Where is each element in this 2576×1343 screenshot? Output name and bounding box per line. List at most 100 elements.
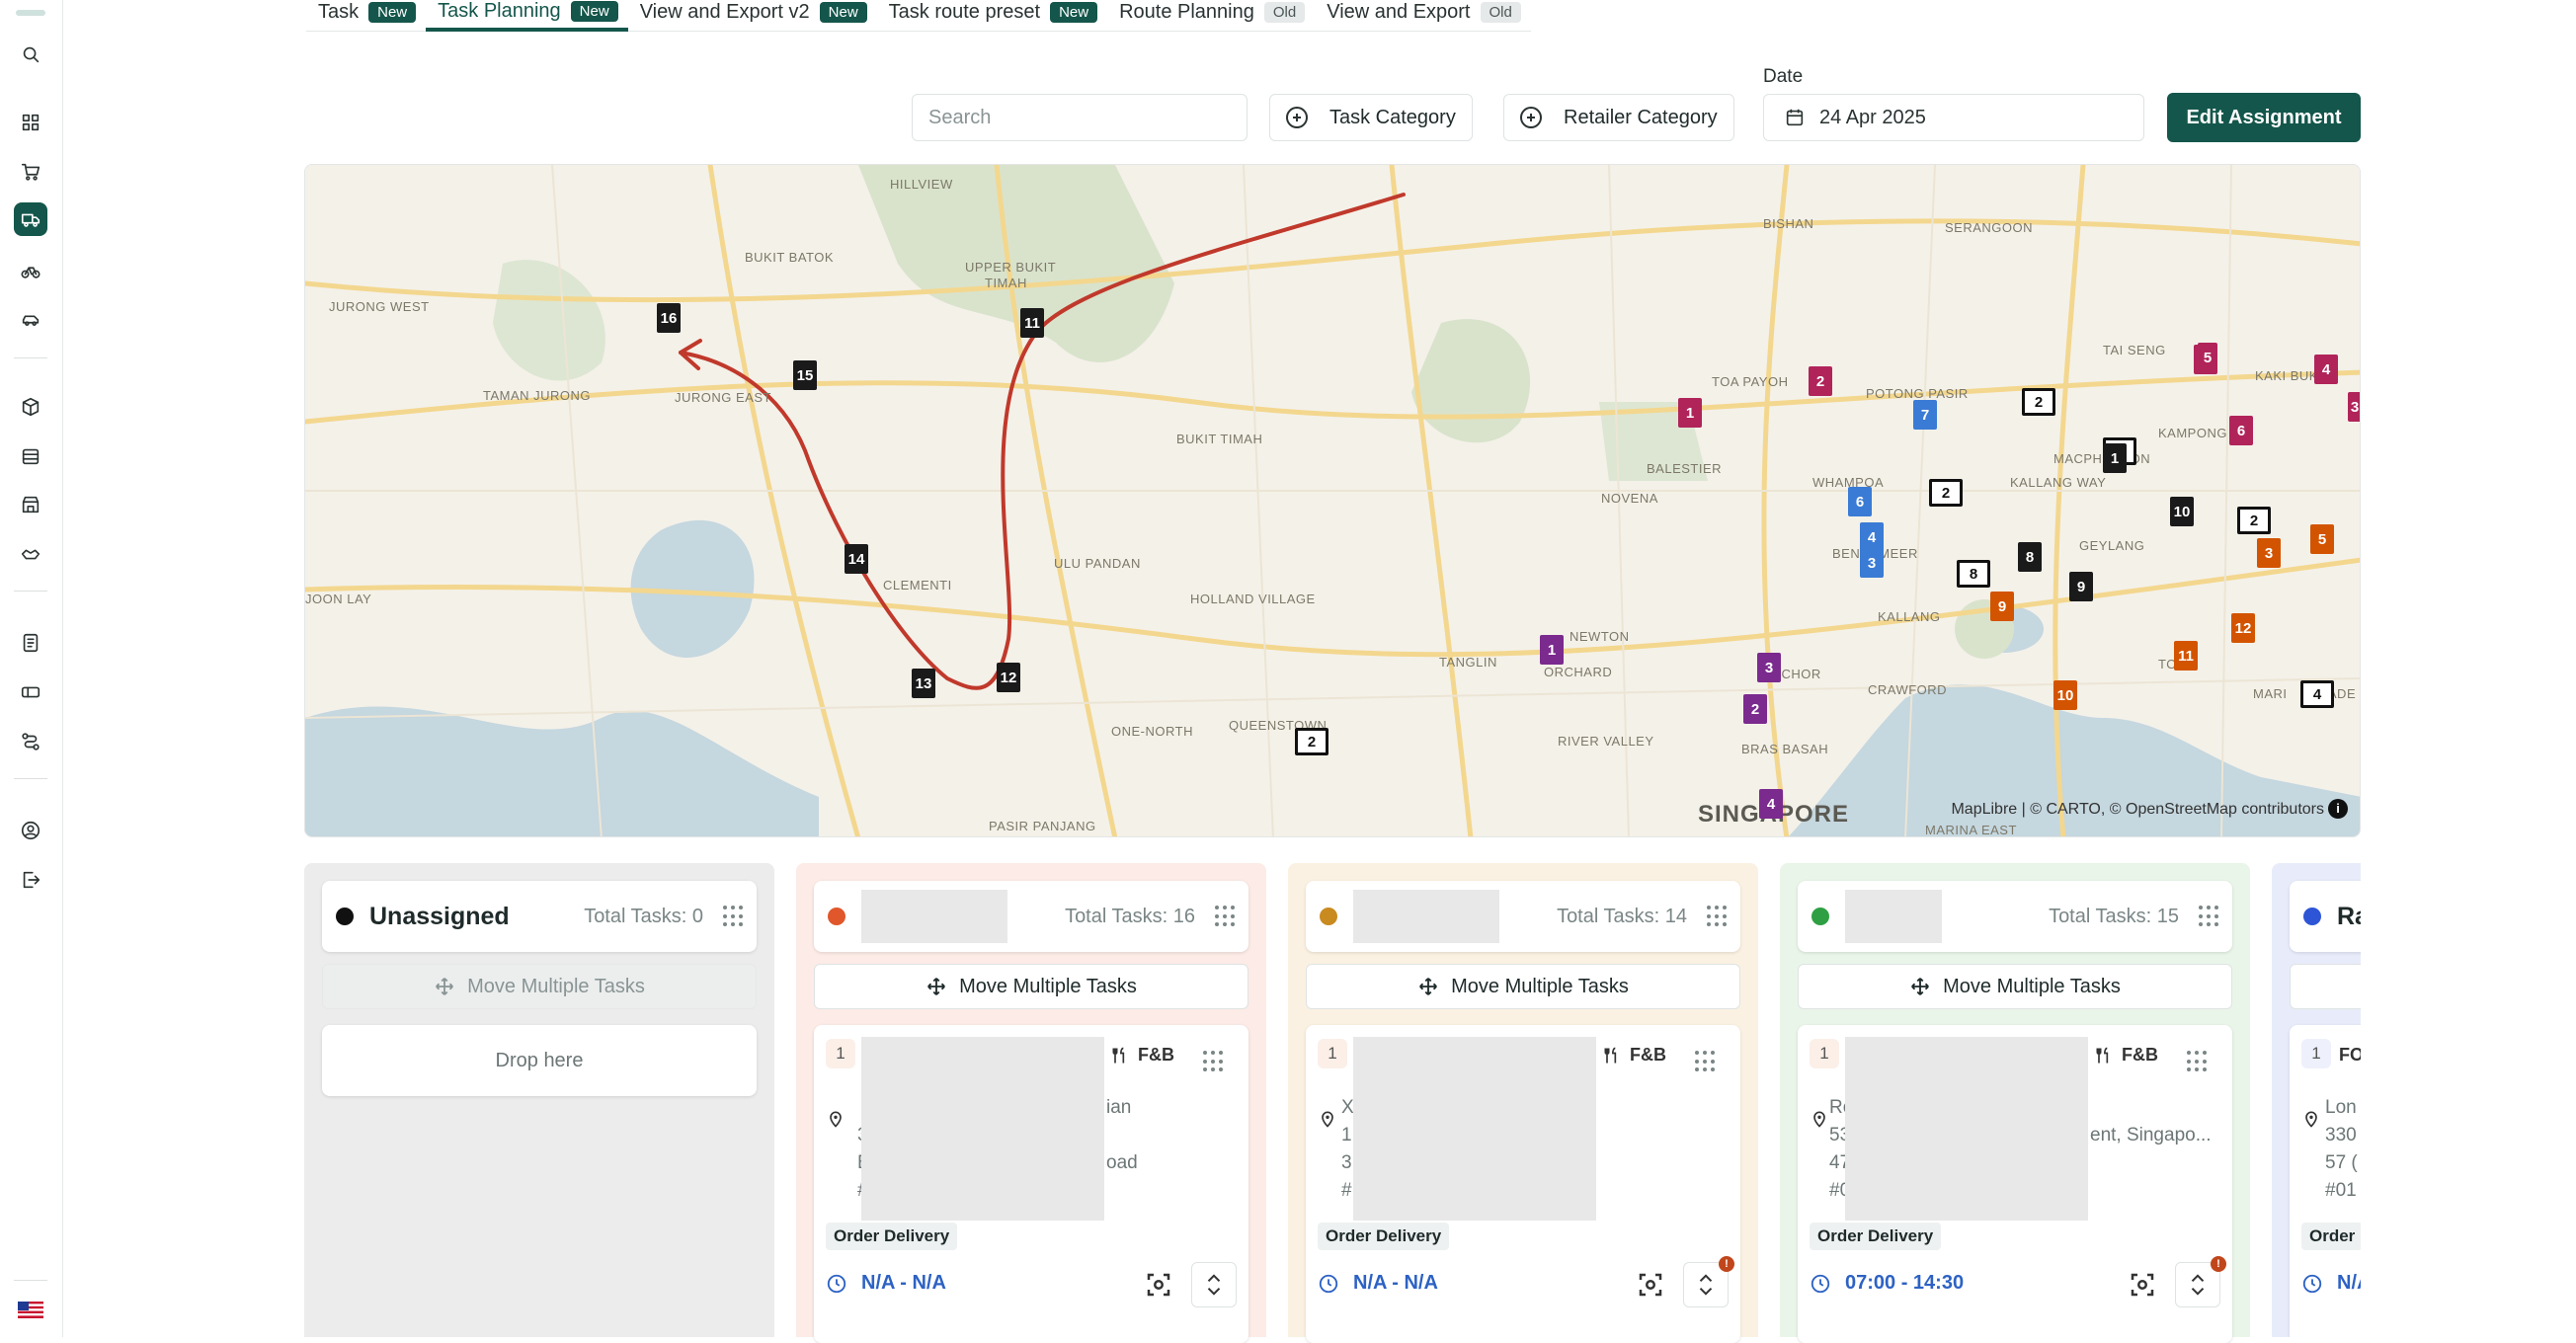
map-marker[interactable]: 8	[1957, 560, 1990, 588]
tab-task-route-preset[interactable]: Task route preset New	[877, 0, 1107, 30]
route-icon[interactable]	[14, 725, 47, 758]
map-marker[interactable]: 5	[2198, 343, 2217, 372]
map-attribution[interactable]: MapLibre | © CARTO, © OpenStreetMap cont…	[1951, 801, 2324, 819]
locate-icon[interactable]	[2128, 1270, 2157, 1300]
tab-view-and-export-v2[interactable]: View and Export v2 New	[628, 0, 877, 30]
route-marker[interactable]: 13	[912, 669, 935, 698]
route-marker[interactable]: 12	[997, 663, 1020, 692]
map-marker[interactable]: 10	[2053, 680, 2077, 710]
map-marker[interactable]: 6	[2229, 416, 2253, 445]
dashboard-icon[interactable]	[14, 106, 47, 139]
move-multiple-tasks-button[interactable]: Move Multiple Tasks	[1306, 964, 1740, 1009]
document-icon[interactable]	[14, 626, 47, 660]
map-marker[interactable]: 2	[1295, 728, 1328, 755]
map-marker[interactable]: 2	[2022, 388, 2055, 416]
map-marker[interactable]: 1	[1678, 398, 1702, 428]
move-icon	[1419, 978, 1438, 995]
map-marker[interactable]: 3	[2348, 392, 2360, 422]
move-multiple-tasks-button[interactable]: Move Multiple Tasks	[322, 964, 757, 1009]
cart-icon[interactable]	[14, 155, 47, 189]
redacted-placeholder	[1845, 1037, 2088, 1221]
map-marker[interactable]: 2	[1809, 366, 1832, 396]
order-type-badge: Order Delivery	[1810, 1223, 1942, 1250]
map-marker[interactable]: 12	[2231, 613, 2255, 643]
map-marker[interactable]: 1	[2103, 443, 2127, 473]
car-icon[interactable]	[14, 303, 47, 337]
handshake-icon[interactable]	[14, 537, 47, 571]
date-label: Date	[1763, 66, 1804, 87]
map-marker[interactable]: 4	[1759, 789, 1783, 819]
search-icon[interactable]	[14, 38, 47, 71]
map-label: JURONG WEST	[329, 299, 430, 314]
date-value: 24 Apr 2025	[1819, 106, 1926, 128]
drag-handle-icon[interactable]	[1203, 1051, 1223, 1072]
map-marker[interactable]: 10	[2170, 497, 2194, 526]
move-multiple-tasks-button[interactable]	[2290, 964, 2361, 1009]
date-picker[interactable]: 24 Apr 2025	[1763, 94, 2144, 141]
driver-name-placeholder	[1353, 890, 1499, 943]
retailer-category-button[interactable]: Retailer Category	[1503, 94, 1734, 141]
move-multiple-tasks-button[interactable]: Move Multiple Tasks	[814, 964, 1248, 1009]
map-marker[interactable]: 2	[2237, 507, 2271, 534]
map-marker[interactable]: 6	[1848, 487, 1872, 516]
locate-icon[interactable]	[1144, 1270, 1173, 1300]
task-card[interactable]: 1 Ro 53 47 #0 ent, Singapo... F&B Order Del…	[1798, 1025, 2232, 1343]
drag-handle-icon[interactable]	[1695, 1051, 1715, 1072]
map-marker[interactable]: 9	[1990, 592, 2014, 621]
info-icon[interactable]: i	[2328, 799, 2348, 819]
edit-assignment-button[interactable]: Edit Assignment	[2167, 93, 2361, 142]
user-circle-icon[interactable]	[14, 814, 47, 847]
drag-handle-icon[interactable]	[1707, 906, 1727, 927]
map-marker[interactable]: 9	[2069, 572, 2093, 601]
move-multiple-tasks-button[interactable]: Move Multiple Tasks	[1798, 964, 2232, 1009]
map-marker[interactable]: 1	[1540, 635, 1564, 665]
task-card[interactable]: 1 FO Lon 330 57 (#01 Order N/A	[2290, 1025, 2361, 1337]
tab-view-and-export[interactable]: View and Export Old	[1315, 0, 1531, 30]
tab-route-planning[interactable]: Route Planning Old	[1107, 0, 1315, 30]
drop-zone[interactable]: Drop here	[322, 1025, 757, 1096]
drag-handle-icon[interactable]	[2199, 906, 2218, 927]
bicycle-icon[interactable]	[14, 254, 47, 287]
tab-task[interactable]: Task New	[306, 0, 426, 30]
locate-icon[interactable]	[1636, 1270, 1665, 1300]
task-card[interactable]: 1 3Bl#0 ianoad F&B Order Delivery N/A - …	[814, 1025, 1248, 1343]
map-marker[interactable]: 3	[2257, 538, 2281, 568]
task-category-button[interactable]: Task Category	[1269, 94, 1473, 141]
warehouse-icon[interactable]	[14, 439, 47, 473]
truck-icon[interactable]	[14, 202, 47, 236]
drag-handle-icon[interactable]	[2187, 1051, 2207, 1072]
map-marker[interactable]: 2	[1929, 479, 1963, 507]
route-marker[interactable]: 16	[657, 303, 681, 333]
search-input[interactable]: Search	[912, 94, 1248, 141]
map-marker[interactable]: 4	[2314, 355, 2338, 384]
map-marker[interactable]: 3	[1860, 548, 1884, 578]
map-marker[interactable]: 5	[2310, 524, 2334, 554]
map-marker[interactable]: 8	[2018, 542, 2042, 572]
drag-handle-icon[interactable]	[723, 906, 743, 927]
task-card[interactable]: 1 X 1 3 # F&B Order Delivery N/A - N/A !	[1306, 1025, 1740, 1343]
drag-handle-icon[interactable]	[1215, 906, 1235, 927]
location-pin-icon	[1322, 1111, 1333, 1128]
route-marker[interactable]: 14	[845, 544, 868, 574]
column-title: Ra	[2337, 902, 2361, 930]
map-marker[interactable]: 4	[2300, 680, 2334, 708]
column-clip: Ra 1 FO Lon 330 57 (#01 Order N/A	[2272, 863, 2361, 1337]
map-marker[interactable]: 3	[1757, 653, 1781, 682]
ticket-icon[interactable]	[14, 675, 47, 709]
tab-label: Route Planning	[1119, 0, 1254, 23]
map-marker[interactable]: 7	[1913, 400, 1937, 430]
route-marker[interactable]: 11	[1020, 308, 1044, 338]
map-marker[interactable]: 4	[1860, 522, 1884, 552]
box-icon[interactable]	[14, 390, 47, 424]
map-marker[interactable]: 2	[1743, 694, 1767, 724]
store-icon[interactable]	[14, 488, 47, 521]
expand-button[interactable]	[1191, 1262, 1237, 1307]
route-marker[interactable]: 15	[793, 360, 817, 390]
address-text: Lon 330 57 (#01	[2325, 1094, 2358, 1205]
total-tasks: Total Tasks: 16	[1065, 905, 1195, 927]
map-view[interactable]: HILLVIEW BUKIT BATOK UPPER BUKIT TIMAH J…	[304, 164, 2361, 837]
map-marker[interactable]: 11	[2174, 641, 2198, 671]
tab-task-planning[interactable]: Task Planning New	[426, 0, 628, 32]
us-flag-icon[interactable]	[18, 1302, 43, 1318]
logout-icon[interactable]	[14, 863, 47, 897]
